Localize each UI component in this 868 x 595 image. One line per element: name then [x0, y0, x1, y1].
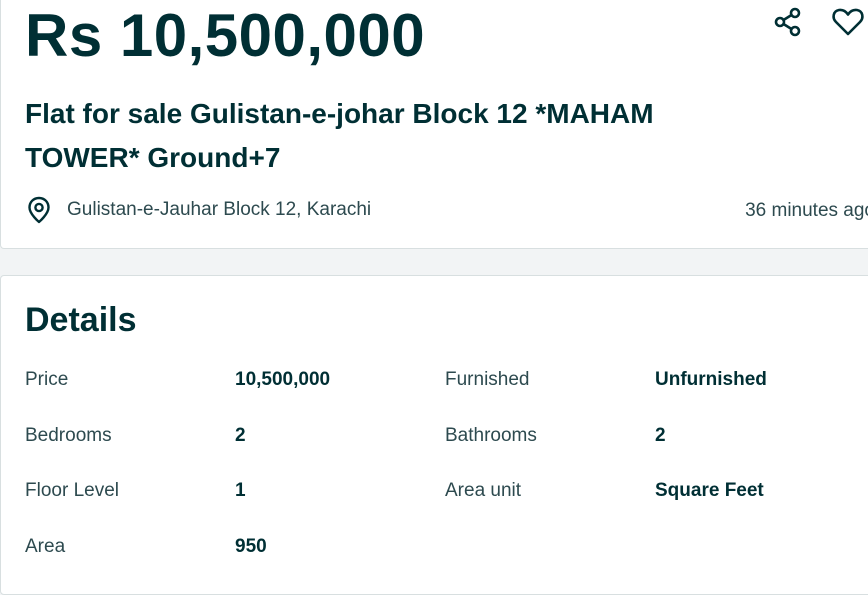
- heart-icon: [832, 8, 864, 36]
- detail-value-floor-level: 1: [235, 480, 246, 501]
- listing-title: Flat for sale Gulistan-e-johar Block 12 …: [25, 98, 654, 173]
- detail-value-bathrooms: 2: [655, 425, 666, 446]
- detail-label-area-unit: Area unit: [445, 480, 522, 501]
- details-heading: Details: [25, 301, 137, 339]
- favorite-button[interactable]: [830, 4, 866, 40]
- detail-value-bedrooms: 2: [235, 425, 246, 446]
- detail-label-floor-level: Floor Level: [25, 480, 119, 501]
- detail-label-bedrooms: Bedrooms: [25, 425, 112, 446]
- detail-label-area: Area: [25, 536, 66, 557]
- listing-price: Rs 10,500,000: [25, 2, 426, 69]
- detail-label-price: Price: [25, 369, 69, 390]
- detail-value-price: 10,500,000: [235, 369, 331, 390]
- posted-time: 36 minutes ago: [745, 200, 868, 221]
- detail-value-area-unit: Square Feet: [655, 480, 764, 501]
- details-card: Details Price 10,500,000 Furnished Unfur…: [0, 275, 868, 595]
- detail-label-bathrooms: Bathrooms: [445, 425, 537, 446]
- share-icon: [774, 7, 801, 37]
- detail-value-area: 950: [235, 536, 267, 557]
- detail-label-furnished: Furnished: [445, 369, 530, 390]
- detail-value-furnished: Unfurnished: [655, 369, 767, 390]
- share-button[interactable]: [770, 4, 806, 40]
- location-text: Gulistan-e-Jauhar Block 12, Karachi: [67, 199, 372, 220]
- listing-summary-card: Rs 10,500,000 Flat for sale Gulistan-e-j…: [0, 0, 868, 249]
- listing-location: Gulistan-e-Jauhar Block 12, Karachi: [25, 196, 371, 224]
- location-pin-icon: [25, 196, 53, 224]
